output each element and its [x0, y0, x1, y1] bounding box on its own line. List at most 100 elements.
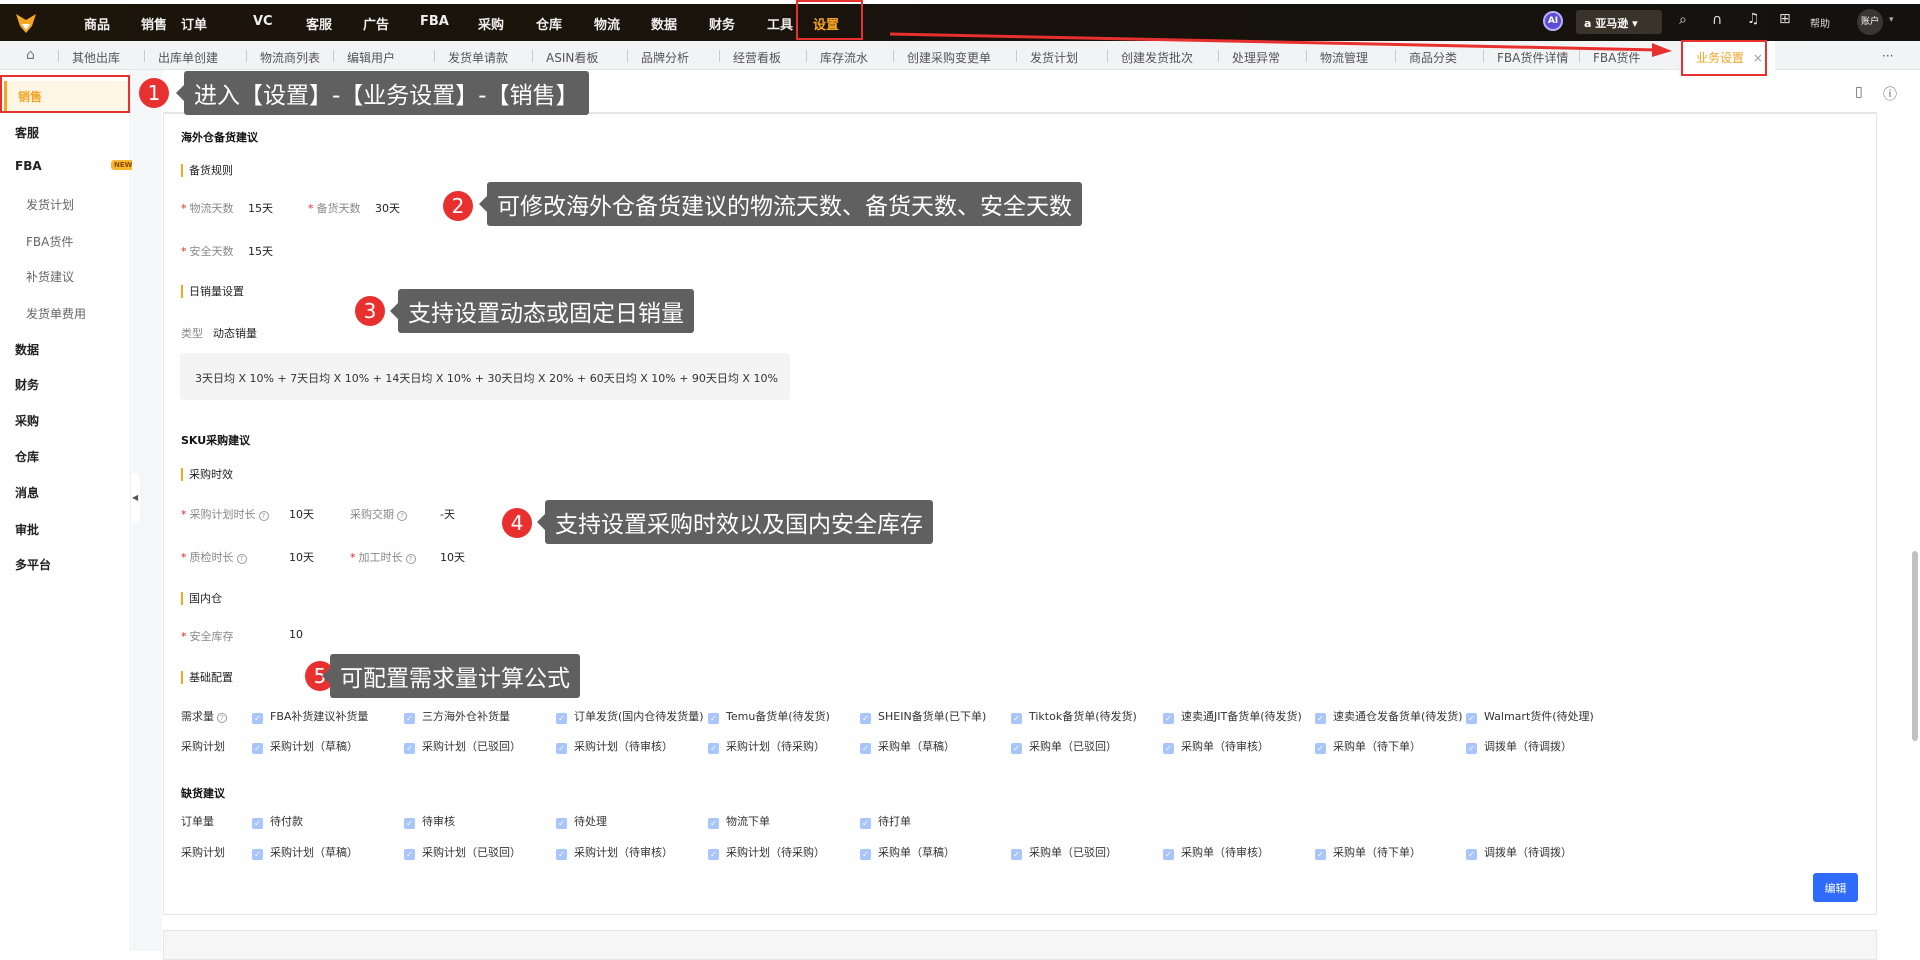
checkbox-option[interactable]: ✓ 待处理: [556, 813, 607, 829]
sidebar-item[interactable]: 消息: [15, 484, 39, 501]
nav-item[interactable]: FBA: [420, 14, 449, 29]
checkbox-checked-icon[interactable]: ✓: [1315, 713, 1326, 724]
help-circle-icon[interactable]: ⓘ: [1883, 84, 1897, 104]
checkbox-checked-icon[interactable]: ✓: [860, 818, 871, 829]
checkbox-option[interactable]: ✓ 速卖通仓发备货单(待发货): [1315, 708, 1463, 724]
sidebar-item[interactable]: 审批: [15, 521, 39, 538]
checkbox-checked-icon[interactable]: ✓: [404, 743, 415, 754]
checkbox-option[interactable]: ✓ 采购单（草稿）: [860, 738, 955, 754]
fox-logo-icon[interactable]: [14, 12, 38, 34]
sidebar-item[interactable]: 仓库: [15, 448, 39, 465]
checkbox-option[interactable]: ✓ 采购计划（草稿）: [252, 844, 358, 860]
sidebar-item[interactable]: 财务: [15, 376, 39, 393]
tab-item[interactable]: 出库单创建: [158, 49, 218, 66]
checkbox-checked-icon[interactable]: ✓: [1466, 849, 1477, 860]
bell-icon[interactable]: ♫: [1747, 11, 1760, 27]
tab-item[interactable]: 物流商列表: [260, 49, 320, 66]
checkbox-option[interactable]: ✓ 速卖通JIT备货单(待发货): [1163, 708, 1302, 724]
checkbox-option[interactable]: ✓ SHEIN备货单(已下单): [860, 708, 986, 724]
checkbox-checked-icon[interactable]: ✓: [556, 713, 567, 724]
checkbox-option[interactable]: ✓ 采购单（已驳回）: [1011, 844, 1117, 860]
edit-button[interactable]: 编辑: [1813, 873, 1858, 902]
nav-item[interactable]: 数据: [651, 14, 677, 33]
nav-item[interactable]: 订单: [181, 14, 207, 33]
checkbox-checked-icon[interactable]: ✓: [556, 849, 567, 860]
checkbox-checked-icon[interactable]: ✓: [252, 818, 263, 829]
checkbox-checked-icon[interactable]: ✓: [556, 818, 567, 829]
checkbox-checked-icon[interactable]: ✓: [860, 849, 871, 860]
checkbox-option[interactable]: ✓ 待打单: [860, 813, 911, 829]
nav-item[interactable]: 销售: [141, 14, 167, 33]
nav-item[interactable]: VC: [253, 14, 273, 29]
tab-item[interactable]: 品牌分析: [641, 49, 689, 66]
checkbox-option[interactable]: ✓ Walmart货件(待处理): [1466, 708, 1594, 724]
checkbox-option[interactable]: ✓ 采购计划（已驳回）: [404, 738, 521, 754]
checkbox-option[interactable]: ✓ 采购计划（已驳回）: [404, 844, 521, 860]
checkbox-option[interactable]: ✓ 采购计划（待采购）: [708, 738, 825, 754]
checkbox-checked-icon[interactable]: ✓: [708, 849, 719, 860]
tab-item[interactable]: FBA货件详情: [1497, 49, 1568, 66]
sidebar-item[interactable]: 采购: [15, 412, 39, 429]
nav-item[interactable]: 工具: [767, 14, 793, 33]
checkbox-option[interactable]: ✓ 采购单（草稿）: [860, 844, 955, 860]
checkbox-option[interactable]: ✓ 采购单（待审核）: [1163, 738, 1269, 754]
tab-item[interactable]: 发货单请款: [448, 49, 508, 66]
checkbox-option[interactable]: ✓ 采购单（已驳回）: [1011, 738, 1117, 754]
checkbox-checked-icon[interactable]: ✓: [252, 743, 263, 754]
checkbox-checked-icon[interactable]: ✓: [860, 713, 871, 724]
scrollbar[interactable]: [1912, 551, 1918, 741]
checkbox-checked-icon[interactable]: ✓: [1163, 743, 1174, 754]
apps-grid-icon[interactable]: ⊞: [1779, 11, 1791, 27]
checkbox-checked-icon[interactable]: ✓: [1011, 713, 1022, 724]
sidebar-item[interactable]: 多平台: [15, 556, 51, 573]
checkbox-checked-icon[interactable]: ✓: [860, 743, 871, 754]
sidebar-item[interactable]: 发货计划: [26, 196, 74, 213]
tab-item[interactable]: 库存流水: [820, 49, 868, 66]
checkbox-checked-icon[interactable]: ✓: [1466, 713, 1477, 724]
chevron-down-icon[interactable]: ▾: [1889, 15, 1894, 25]
nav-item[interactable]: 采购: [478, 14, 504, 33]
checkbox-option[interactable]: ✓ 调拨单（待调拨）: [1466, 738, 1572, 754]
checkbox-option[interactable]: ✓ 三方海外仓补货量: [404, 708, 510, 724]
tab-item[interactable]: 其他出库: [72, 49, 120, 66]
checkbox-checked-icon[interactable]: ✓: [252, 849, 263, 860]
checkbox-option[interactable]: ✓ 采购计划（待采购）: [708, 844, 825, 860]
nav-item[interactable]: 广告: [363, 14, 389, 33]
more-tabs-button[interactable]: ···: [1882, 49, 1893, 63]
sidebar-item[interactable]: 发货单费用: [26, 305, 86, 322]
tab-item[interactable]: 处理异常: [1232, 49, 1280, 66]
checkbox-option[interactable]: ✓ 调拨单（待调拨）: [1466, 844, 1572, 860]
nav-item[interactable]: 财务: [709, 14, 735, 33]
sidebar-item[interactable]: 客服: [15, 124, 39, 141]
checkbox-option[interactable]: ✓ 采购计划（待审核）: [556, 844, 673, 860]
sidebar-item[interactable]: FBA货件: [26, 233, 73, 250]
store-selector[interactable]: a 亚马逊 ▾: [1576, 10, 1662, 34]
checkbox-option[interactable]: ✓ 订单发货(国内仓待发货量): [556, 708, 704, 724]
ai-icon[interactable]: AI: [1543, 11, 1563, 31]
checkbox-option[interactable]: ✓ Temu备货单(待发货): [708, 708, 830, 724]
tab-item[interactable]: 物流管理: [1320, 49, 1368, 66]
tab-item[interactable]: 经营看板: [733, 49, 781, 66]
sidebar-item[interactable]: FBA NEW: [15, 159, 136, 173]
checkbox-checked-icon[interactable]: ✓: [1315, 743, 1326, 754]
help-link[interactable]: 帮助: [1810, 15, 1830, 30]
headset-icon[interactable]: ∩: [1712, 12, 1722, 28]
checkbox-option[interactable]: ✓ Tiktok备货单(待发货): [1011, 708, 1137, 724]
checkbox-option[interactable]: ✓ 采购单（待审核）: [1163, 844, 1269, 860]
checkbox-option[interactable]: ✓ 采购单（待下单）: [1315, 738, 1421, 754]
checkbox-option[interactable]: ✓ 待付款: [252, 813, 303, 829]
checkbox-checked-icon[interactable]: ✓: [708, 818, 719, 829]
checkbox-checked-icon[interactable]: ✓: [1466, 743, 1477, 754]
checkbox-option[interactable]: ✓ 采购计划（待审核）: [556, 738, 673, 754]
checkbox-checked-icon[interactable]: ✓: [1011, 849, 1022, 860]
checkbox-option[interactable]: ✓ 待审核: [404, 813, 455, 829]
tab-item[interactable]: FBA货件: [1593, 49, 1640, 66]
tab-item[interactable]: 编辑用户: [347, 49, 395, 66]
document-icon[interactable]: ▯: [1855, 84, 1863, 100]
checkbox-option[interactable]: ✓ FBA补货建议补货量: [252, 708, 368, 724]
tab-item[interactable]: 发货计划: [1030, 49, 1078, 66]
nav-item[interactable]: 物流: [594, 14, 620, 33]
collapse-sidebar-handle[interactable]: ◀: [132, 473, 140, 523]
checkbox-option[interactable]: ✓ 物流下单: [708, 813, 770, 829]
checkbox-checked-icon[interactable]: ✓: [556, 743, 567, 754]
